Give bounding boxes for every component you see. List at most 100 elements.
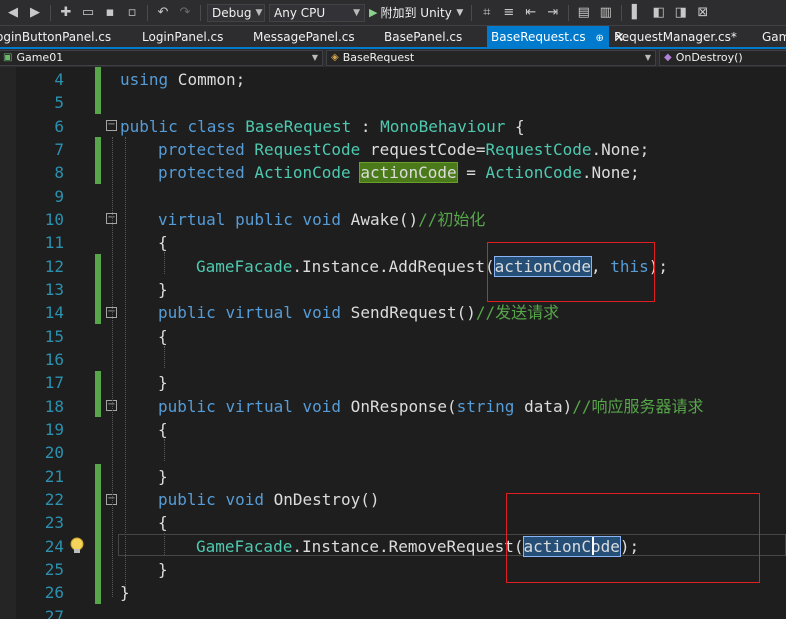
new-project-icon[interactable]: ✚ xyxy=(57,4,75,22)
member-dropdown[interactable]: ◆ OnDestroy() xyxy=(659,50,786,66)
comment: //初始化 xyxy=(418,210,486,229)
code-text: = xyxy=(456,163,486,182)
comment: //响应服务器请求 xyxy=(572,397,704,416)
class-name: BaseRequest xyxy=(245,117,352,136)
indent-icon[interactable]: ⇥ xyxy=(544,4,562,22)
tab-label: oginButtonPanel.cs xyxy=(0,30,112,44)
toolbar-separator xyxy=(567,4,569,21)
redo-icon[interactable]: ↷ xyxy=(176,4,194,22)
code-text: .None; xyxy=(581,163,640,182)
toolbar-separator xyxy=(147,4,148,21)
indent-guide xyxy=(125,137,126,597)
code-text: } xyxy=(158,560,168,579)
line-number: 14 xyxy=(44,303,64,322)
class-dropdown-value: BaseRequest xyxy=(342,51,415,64)
line-number: 18 xyxy=(44,397,64,416)
chevron-down-icon: ▼ xyxy=(311,53,318,62)
line-number: 5 xyxy=(54,93,64,112)
keyword: void xyxy=(302,210,342,229)
code-line: { xyxy=(158,325,168,348)
prev-bookmark-icon[interactable]: ◧ xyxy=(650,4,668,22)
project-dropdown-value: Game01 xyxy=(16,51,64,64)
next-bookmark-icon[interactable]: ◨ xyxy=(672,4,690,22)
configuration-select[interactable]: Debug ▼ xyxy=(207,3,265,22)
line-number: 26 xyxy=(44,583,64,602)
line-number: 19 xyxy=(44,420,64,439)
method-name: Awake() xyxy=(341,210,419,229)
toolbar-separator xyxy=(50,4,51,21)
code-line: } xyxy=(120,581,130,604)
line-number: 12 xyxy=(44,257,64,276)
method-icon: ◆ xyxy=(664,52,672,63)
method-name: OnDestroy() xyxy=(263,490,380,509)
toolbar-separator xyxy=(200,4,201,21)
line-number: 21 xyxy=(44,467,64,486)
code-line: { xyxy=(158,418,168,441)
line-number: 25 xyxy=(44,560,64,579)
comment-icon[interactable]: ▤ xyxy=(575,4,593,22)
tab-label: RequestManager.cs* xyxy=(614,30,737,44)
uncomment-icon[interactable]: ▥ xyxy=(597,4,615,22)
type-name: ActionCode xyxy=(485,163,582,182)
code-text: } xyxy=(158,280,168,299)
tab-messagepanel[interactable]: MessagePanel.cs xyxy=(253,26,355,48)
line-number: 7 xyxy=(54,140,64,159)
code-line: public void OnDestroy() xyxy=(158,488,380,511)
forward-icon[interactable]: ▶ xyxy=(26,4,44,22)
outdent-icon[interactable]: ⇤ xyxy=(522,4,540,22)
tab-requestmanager[interactable]: RequestManager.cs* xyxy=(614,26,737,48)
code-line: public virtual void OnResponse(string da… xyxy=(158,395,704,418)
keyword: class xyxy=(187,117,236,136)
line-number: 4 xyxy=(54,70,64,89)
type-name: RequestCode xyxy=(254,140,361,159)
line-number: 16 xyxy=(44,350,64,369)
keyword: protected xyxy=(158,163,245,182)
clear-bookmarks-icon[interactable]: ⊠ xyxy=(694,4,712,22)
undo-icon[interactable]: ↶ xyxy=(154,4,172,22)
csharp-project-icon: ▣ xyxy=(3,52,13,63)
code-editor[interactable]: 4 5 6 7 8 9 10 11 12 13 14 15 16 17 18 1… xyxy=(0,67,786,619)
publish-icon[interactable]: ⌗ xyxy=(478,4,496,22)
attach-to-unity-button[interactable]: ▶ 附加到 Unity ▼ xyxy=(369,4,465,22)
code-text: { xyxy=(505,117,525,136)
format-icon[interactable]: ≡ xyxy=(500,4,518,22)
code-text: data) xyxy=(514,397,573,416)
tab-loginbuttonpanel[interactable]: oginButtonPanel.cs xyxy=(0,26,111,48)
keyword: protected xyxy=(158,140,245,159)
chevron-down-icon: ▼ xyxy=(644,53,651,62)
tab-loginpanel[interactable]: LoginPanel.cs xyxy=(142,26,223,48)
save-all-icon[interactable]: ▫ xyxy=(123,4,141,22)
lightbulb-icon[interactable] xyxy=(66,535,88,557)
change-indicator xyxy=(95,137,101,184)
class-dropdown[interactable]: ◈ BaseRequest ▼ xyxy=(326,50,656,66)
line-number: 6 xyxy=(54,117,64,136)
code-text: { xyxy=(158,233,168,252)
line-number: 11 xyxy=(44,233,64,252)
back-icon[interactable]: ◀ xyxy=(4,4,22,22)
open-folder-icon[interactable]: ▭ xyxy=(79,4,97,22)
keyword: public xyxy=(120,117,178,136)
tab-basepanel[interactable]: BasePanel.cs xyxy=(384,26,462,48)
indent-guide xyxy=(164,346,165,368)
pin-icon[interactable]: ⊕ xyxy=(595,33,603,44)
tab-label: BasePanel.cs xyxy=(384,30,463,44)
code-text: .None; xyxy=(591,140,650,159)
line-number: 20 xyxy=(44,443,64,462)
collapse-icon[interactable]: − xyxy=(106,120,117,131)
code-text: { xyxy=(158,327,168,346)
code-line: { xyxy=(158,511,168,534)
bookmark-icon[interactable]: ▌ xyxy=(628,4,646,22)
highlighted-identifier[interactable]: actionCode xyxy=(359,162,458,183)
tab-gamefacade[interactable]: Gam xyxy=(762,26,786,48)
editor-margin xyxy=(0,67,16,619)
platform-select[interactable]: Any CPU ▼ xyxy=(269,3,365,22)
document-tabs: oginButtonPanel.cs LoginPanel.cs Message… xyxy=(0,26,786,48)
tab-baserequest[interactable]: BaseRequest.cs ⊕ × xyxy=(487,26,625,48)
code-text: { xyxy=(158,513,168,532)
change-indicator xyxy=(95,67,101,114)
code-line: using Common; xyxy=(120,68,245,91)
type-name: GameFacade xyxy=(196,257,293,276)
chevron-down-icon[interactable]: ▼ xyxy=(455,4,465,22)
project-dropdown[interactable]: ▣ Game01 ▼ xyxy=(0,50,323,66)
save-icon[interactable]: ▪ xyxy=(101,4,119,22)
